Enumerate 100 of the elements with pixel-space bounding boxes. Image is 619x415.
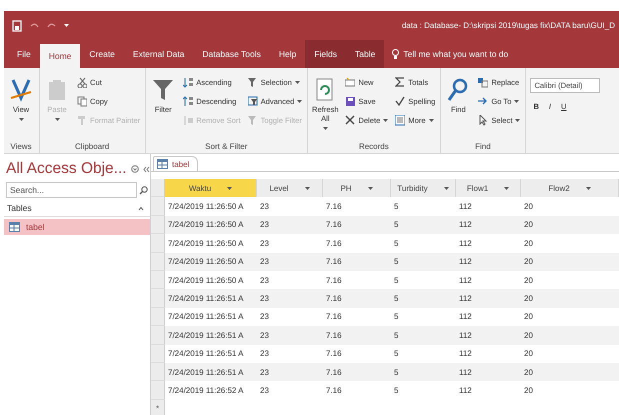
row-selector[interactable]	[151, 381, 165, 400]
table-cell: 7.16	[323, 252, 391, 271]
table-cell: 7.16	[323, 326, 391, 345]
group-label: Views	[9, 141, 33, 153]
table-cell: 20	[521, 362, 619, 382]
tell-me-field[interactable]: Tell me what you want to do	[403, 49, 544, 59]
caret-icon	[227, 186, 232, 191]
caret-icon	[368, 186, 373, 191]
table-cell: 7/24/2019 11:26:51 A	[165, 362, 257, 382]
sort-icon	[183, 96, 194, 107]
table-cell: 5	[391, 289, 456, 308]
table-cell: 20	[521, 326, 619, 345]
group-label: Sort & Filter	[204, 141, 248, 153]
table-cell: 23	[257, 289, 323, 308]
table-cell: 20	[521, 289, 619, 308]
caret-icon	[304, 186, 310, 191]
table-cell: 5	[391, 216, 456, 234]
undo-icon[interactable]	[30, 22, 39, 30]
filter-icon	[248, 115, 258, 126]
ribbon-tab[interactable]: File	[8, 40, 40, 68]
search-field[interactable]: Search...	[6, 182, 137, 198]
table-cell: 112	[456, 362, 521, 382]
sigma-icon	[395, 77, 406, 88]
row-selector[interactable]	[151, 344, 165, 363]
row-selector[interactable]	[151, 308, 165, 326]
table-cell: 112	[456, 289, 521, 308]
table-icon	[9, 222, 20, 232]
table-cell: 5	[391, 252, 456, 271]
table-cell: 7/24/2019 11:26:51 A	[165, 289, 257, 308]
table-cell: 20	[521, 216, 619, 234]
new-record-marker: *	[151, 400, 165, 415]
scissors-icon	[77, 77, 87, 88]
row-selector[interactable]	[151, 270, 165, 290]
ribbon-tab[interactable]: Home	[40, 44, 80, 68]
group-label: Records	[358, 141, 390, 153]
table-icon	[157, 159, 168, 169]
table-cell: 5	[391, 362, 456, 382]
filter-icon	[248, 77, 258, 88]
select-all-corner[interactable]	[151, 179, 165, 198]
group-label: Clipboard	[74, 141, 110, 153]
table-cell: 23	[257, 326, 323, 345]
table-cell: 5	[391, 326, 456, 345]
save-icon[interactable]	[12, 20, 22, 32]
column-header[interactable]: Flow1	[456, 179, 521, 198]
table-cell: 7.16	[323, 362, 391, 382]
row-selector[interactable]	[151, 289, 165, 308]
collapse-icon[interactable]	[138, 206, 144, 210]
ribbon-tab[interactable]: External Data	[124, 40, 194, 68]
collapse-icon[interactable]	[142, 166, 150, 172]
funnel-icon	[151, 78, 176, 102]
table-cell: 7/24/2019 11:26:50 A	[165, 216, 257, 234]
row-selector[interactable]	[151, 234, 165, 253]
new-record-icon	[345, 77, 356, 88]
replace-icon	[478, 77, 488, 88]
caret-icon	[504, 186, 510, 191]
chevron-circle-icon[interactable]	[130, 165, 139, 173]
table-item[interactable]: tabel	[4, 219, 150, 235]
list-icon	[395, 115, 406, 126]
row-selector[interactable]	[151, 197, 165, 216]
ribbon-tab[interactable]: Table	[346, 40, 384, 68]
column-header[interactable]: PH	[323, 179, 391, 198]
copy-icon	[77, 96, 87, 107]
group-label: Find	[474, 141, 492, 153]
table-cell: 23	[257, 362, 323, 382]
ribbon-tab[interactable]: Create	[80, 40, 124, 68]
column-header[interactable]: Flow2	[521, 179, 619, 198]
table-cell: 7/24/2019 11:26:51 A	[165, 326, 257, 345]
table-cell: 7.16	[323, 289, 391, 308]
row-selector[interactable]	[151, 326, 165, 345]
lightbulb-icon	[392, 48, 400, 60]
caret-icon	[444, 186, 449, 191]
search-icon	[139, 186, 148, 194]
spelling-icon	[395, 96, 406, 107]
document-tab[interactable]: tabel	[153, 156, 198, 171]
save-icon	[345, 96, 356, 107]
ribbon-tab[interactable]: Help	[270, 40, 306, 68]
caret-icon[interactable]	[64, 23, 69, 28]
sort-icon	[183, 77, 194, 88]
row-selector[interactable]	[151, 362, 165, 382]
table-cell: 112	[456, 326, 521, 345]
filter-icon	[248, 96, 258, 107]
pane-title: All Access Obje...	[6, 160, 127, 178]
column-header[interactable]: Turbidity	[391, 179, 456, 198]
table-cell: 112	[456, 252, 521, 271]
table-cell: 7/24/2019 11:26:50 A	[165, 252, 257, 271]
table-cell: 112	[456, 216, 521, 234]
table-cell: 20	[521, 252, 619, 271]
column-header[interactable]: Waktu	[165, 179, 257, 198]
cursor-icon	[478, 115, 488, 126]
redo-icon[interactable]	[47, 22, 56, 30]
ribbon-tab[interactable]: Fields	[305, 40, 346, 68]
sort-icon	[183, 115, 194, 126]
section-header: Tables	[7, 203, 33, 213]
brush-icon	[77, 115, 87, 126]
ribbon-tab[interactable]: Database Tools	[193, 40, 270, 68]
view-icon	[9, 78, 33, 102]
row-selector[interactable]	[151, 252, 165, 271]
row-selector[interactable]	[151, 216, 165, 234]
column-header[interactable]: Level	[257, 179, 323, 198]
delete-icon	[345, 115, 356, 126]
